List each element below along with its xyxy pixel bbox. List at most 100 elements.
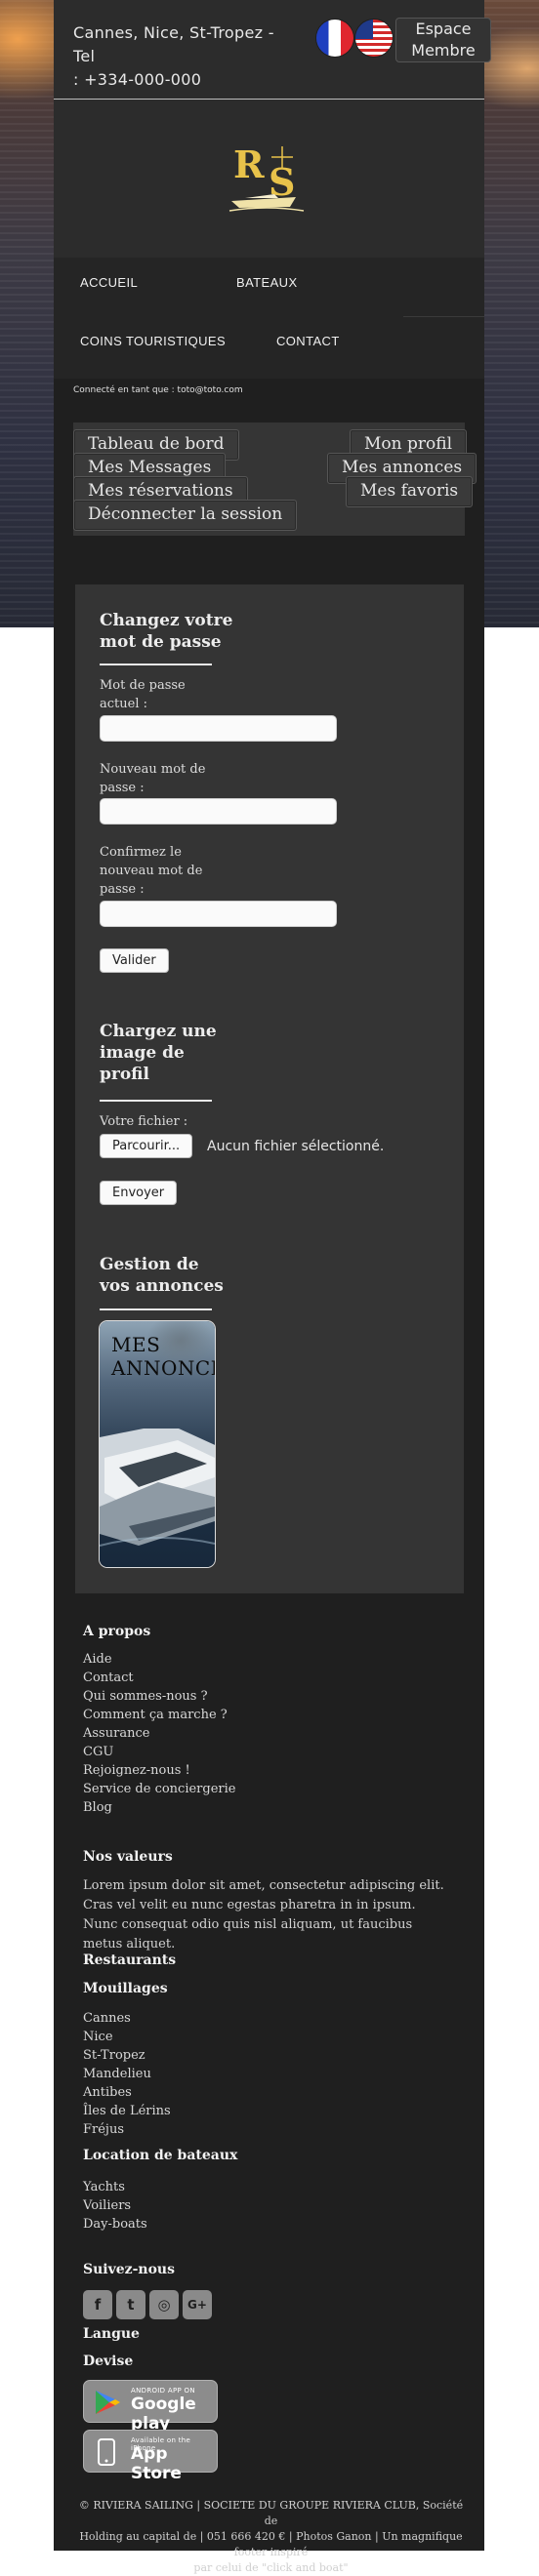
current-password-label-2: actuel : bbox=[100, 697, 147, 711]
logo-band: R S bbox=[54, 100, 484, 258]
footer-link-nice[interactable]: Nice bbox=[83, 2028, 113, 2046]
password-title-2: mot de passe bbox=[100, 632, 222, 652]
top-bar: Cannes, Nice, St-Tropez - Tel : +334-000… bbox=[54, 0, 491, 99]
usa-flag-icon[interactable] bbox=[355, 20, 393, 57]
copyright-line-3: par celui de "click and boat" bbox=[193, 2561, 349, 2574]
google-plus-icon[interactable]: G+ bbox=[183, 2290, 212, 2319]
nav-contact[interactable]: CONTACT bbox=[276, 334, 340, 348]
riviera-logo[interactable]: R S bbox=[228, 137, 310, 219]
yacht-image bbox=[100, 1429, 215, 1547]
image-title-underline bbox=[100, 1100, 212, 1102]
svg-text:R: R bbox=[233, 142, 265, 186]
footer-devise-title: Devise bbox=[83, 2354, 134, 2369]
footer-link-voiliers[interactable]: Voiliers bbox=[83, 2196, 131, 2215]
password-title-underline bbox=[100, 664, 212, 665]
page-container: Cannes, Nice, St-Tropez - Tel : +334-000… bbox=[54, 0, 491, 2574]
app-store-badge[interactable]: Available on the iPhone App Store bbox=[83, 2430, 218, 2483]
copyright-line-2: Holding au capital de | 051 666 420 € | … bbox=[79, 2530, 463, 2558]
new-password-input[interactable] bbox=[100, 798, 337, 825]
confirm-password-label-2: nouveau mot de bbox=[100, 864, 203, 878]
browse-button[interactable]: Parcourir... bbox=[100, 1134, 193, 1158]
image-title-2: image de bbox=[100, 1043, 185, 1063]
member-menu: Tableau de bord Mes Messages Mes réserva… bbox=[73, 423, 477, 536]
mes-annonces-card-label-1: MES bbox=[111, 1333, 161, 1356]
mes-annonces-card-label: MES ANNONCES bbox=[111, 1333, 215, 1380]
new-password-label-1: Nouveau mot de bbox=[100, 762, 206, 777]
new-password-label: Nouveau mot de passe : bbox=[100, 760, 205, 797]
google-play-icon bbox=[96, 2391, 120, 2414]
password-title-1: Changez votre bbox=[100, 611, 233, 630]
confirm-password-input[interactable] bbox=[100, 901, 337, 927]
file-status: Aucun fichier sélectionné. bbox=[207, 1139, 385, 1154]
footer-link-mandelieu[interactable]: Mandelieu bbox=[83, 2065, 151, 2083]
google-play-badge[interactable]: ANDROID APP ON Google play bbox=[83, 2380, 218, 2434]
footer-link-comment-ca-marche[interactable]: Comment ça marche ? bbox=[83, 1706, 228, 1724]
footer-suivez-title: Suivez-nous bbox=[83, 2262, 175, 2277]
confirm-password-label: Confirmez le nouveau mot de passe : bbox=[100, 843, 202, 899]
google-play-big-text: Google play bbox=[131, 2395, 196, 2434]
nav-coins-touristiques[interactable]: COINS TOURISTIQUES bbox=[80, 334, 226, 348]
twitter-icon[interactable]: t bbox=[116, 2290, 145, 2319]
current-password-label-1: Mot de passe bbox=[100, 678, 186, 693]
footer-link-antibes[interactable]: Antibes bbox=[83, 2083, 132, 2102]
envoyer-button[interactable]: Envoyer bbox=[100, 1181, 178, 1205]
image-title-3: profil bbox=[100, 1065, 149, 1084]
footer-link-st-tropez[interactable]: St-Tropez bbox=[83, 2046, 145, 2065]
mes-annonces-card-label-2: ANNONCES bbox=[111, 1356, 215, 1380]
nav-accueil[interactable]: ACCUEIL bbox=[80, 275, 138, 290]
ads-title-1: Gestion de bbox=[100, 1255, 199, 1274]
ads-title: Gestion de vos annonces bbox=[100, 1254, 224, 1297]
current-password-input[interactable] bbox=[100, 715, 337, 742]
footer-link-yachts[interactable]: Yachts bbox=[83, 2178, 125, 2196]
ads-title-2: vos annonces bbox=[100, 1276, 224, 1296]
confirm-password-label-1: Confirmez le bbox=[100, 845, 182, 860]
iphone-icon bbox=[98, 2438, 115, 2466]
contact-line-1: Cannes, Nice, St-Tropez - Tel bbox=[73, 23, 274, 65]
copyright: © RIVIERA SAILING | SOCIETE DU GROUPE RI… bbox=[73, 2498, 469, 2576]
footer-link-assurance[interactable]: Assurance bbox=[83, 1724, 149, 1743]
mes-favoris-button[interactable]: Mes favoris bbox=[346, 476, 474, 507]
copyright-line-1: © RIVIERA SAILING | SOCIETE DU GROUPE RI… bbox=[78, 2499, 464, 2527]
footer-restaurants-title[interactable]: Restaurants bbox=[83, 1952, 176, 1968]
password-title: Changez votre mot de passe bbox=[100, 610, 232, 653]
espace-membre-label-2: Membre bbox=[411, 41, 476, 60]
footer-link-rejoignez-nous[interactable]: Rejoignez-nous ! bbox=[83, 1761, 190, 1780]
facebook-icon[interactable]: f bbox=[83, 2290, 112, 2319]
contact-info: Cannes, Nice, St-Tropez - Tel : +334-000… bbox=[73, 21, 298, 92]
current-password-label: Mot de passe actuel : bbox=[100, 676, 186, 713]
footer-location-title: Location de bateaux bbox=[83, 2148, 238, 2163]
footer-link-conciergerie[interactable]: Service de conciergerie bbox=[83, 1780, 235, 1798]
footer-link-qui-sommes-nous[interactable]: Qui sommes-nous ? bbox=[83, 1687, 208, 1706]
footer-link-cgu[interactable]: CGU bbox=[83, 1743, 113, 1761]
instagram-icon[interactable]: ◎ bbox=[149, 2290, 179, 2319]
image-title: Chargez une image de profil bbox=[100, 1021, 217, 1085]
footer-valeurs-title: Nos valeurs bbox=[83, 1849, 173, 1865]
image-title-1: Chargez une bbox=[100, 1022, 217, 1041]
footer-link-frejus[interactable]: Fréjus bbox=[83, 2120, 124, 2139]
main-nav: ACCUEIL BATEAUX COINS TOURISTIQUES CONTA… bbox=[54, 258, 484, 379]
deconnecter-button[interactable]: Déconnecter la session bbox=[73, 500, 298, 531]
footer-link-aide[interactable]: Aide bbox=[83, 1650, 112, 1669]
footer-link-day-boats[interactable]: Day-boats bbox=[83, 2215, 147, 2234]
footer-langue-title: Langue bbox=[83, 2326, 140, 2342]
valider-button[interactable]: Valider bbox=[100, 948, 169, 973]
footer-link-contact[interactable]: Contact bbox=[83, 1669, 134, 1687]
footer-valeurs-text: Lorem ipsum dolor sit amet, consectetur … bbox=[83, 1878, 444, 1952]
contact-line-2: : +334-000-000 bbox=[73, 70, 202, 89]
footer-link-blog[interactable]: Blog bbox=[83, 1798, 112, 1817]
footer-mouillages-title: Mouillages bbox=[83, 1981, 168, 1996]
espace-membre-button[interactable]: Espace Membre bbox=[395, 18, 491, 62]
footer-link-iles-de-lerins[interactable]: Îles de Lérins bbox=[83, 2102, 171, 2120]
app-store-big-text: App Store bbox=[131, 2444, 182, 2483]
connected-as-text: Connecté en tant que : toto@toto.com bbox=[73, 385, 243, 395]
account-panel: Changez votre mot de passe Mot de passe … bbox=[75, 584, 464, 1593]
google-play-small-text: ANDROID APP ON bbox=[131, 2387, 195, 2395]
mes-annonces-card[interactable]: MES ANNONCES bbox=[100, 1321, 215, 1567]
nav-bateaux[interactable]: BATEAUX bbox=[236, 275, 298, 290]
espace-membre-label-1: Espace bbox=[415, 20, 472, 38]
footer-link-cannes[interactable]: Cannes bbox=[83, 2009, 131, 2028]
confirm-password-label-3: passe : bbox=[100, 882, 145, 897]
new-password-label-2: passe : bbox=[100, 781, 145, 795]
france-flag-icon[interactable] bbox=[316, 20, 353, 57]
footer-apropos-title: A propos bbox=[83, 1624, 151, 1639]
